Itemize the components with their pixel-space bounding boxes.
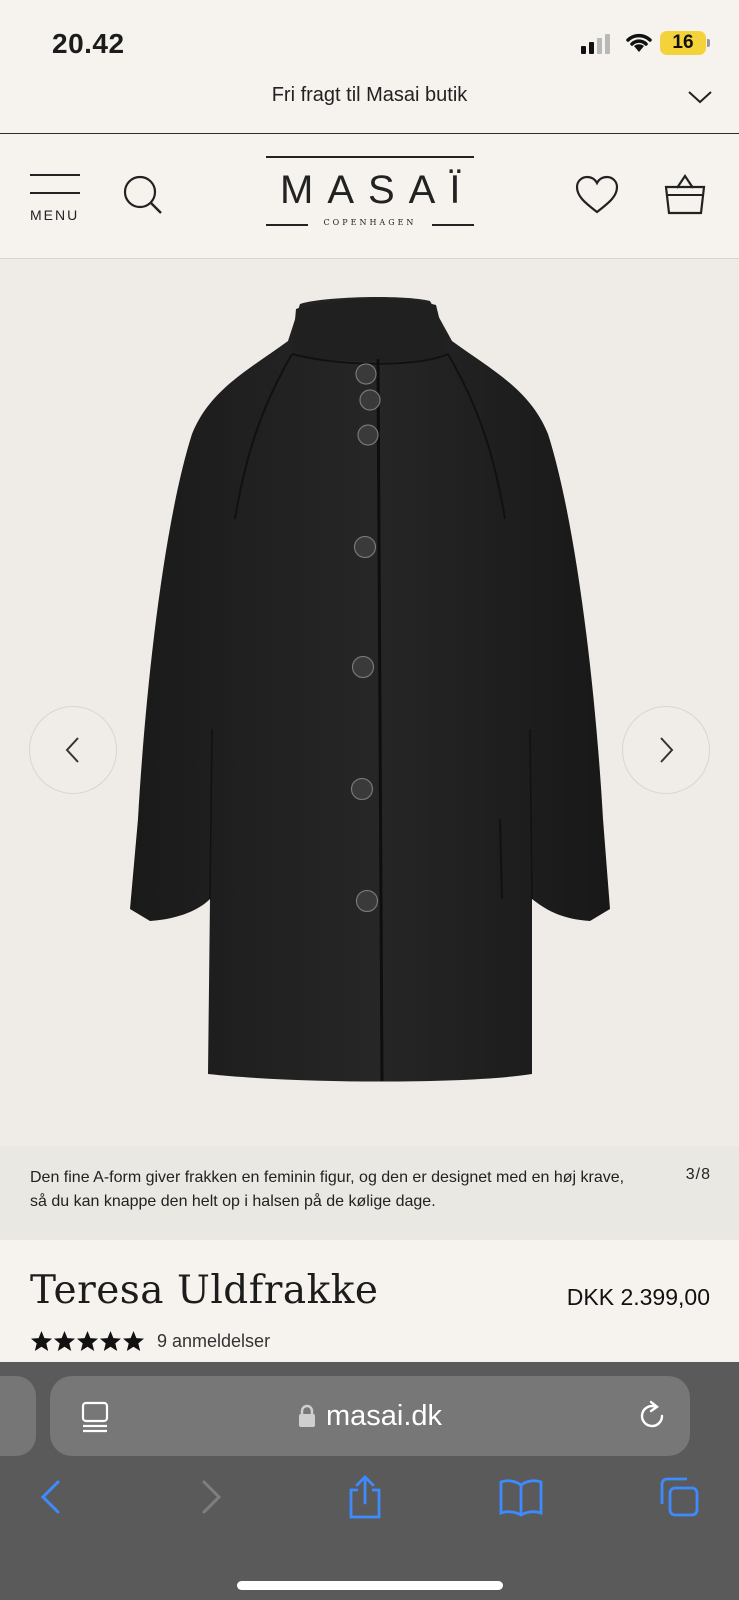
- star-icon: [99, 1330, 122, 1352]
- url-display: masai.dk: [50, 1376, 690, 1456]
- gallery-prev-button[interactable]: [29, 706, 117, 794]
- chevron-right-icon: [660, 737, 674, 763]
- share-button[interactable]: [340, 1472, 390, 1522]
- safari-bottom-bar: [0, 1472, 739, 1542]
- product-rating[interactable]: 9 anmeldelser: [30, 1330, 270, 1352]
- gallery-next-button[interactable]: [622, 706, 710, 794]
- share-icon: [349, 1475, 381, 1519]
- menu-button[interactable]: MENU: [30, 174, 82, 224]
- forward-button[interactable]: [186, 1472, 236, 1522]
- address-bar[interactable]: masai.dk: [50, 1376, 690, 1456]
- product-price: DKK 2.399,00: [566, 1284, 710, 1310]
- home-indicator[interactable]: [237, 1581, 503, 1590]
- forward-icon: [202, 1480, 222, 1514]
- bookmarks-button[interactable]: [496, 1472, 546, 1522]
- image-caption: Den fine A-form giver frakken en feminin…: [0, 1146, 739, 1240]
- previous-tab-preview[interactable]: [0, 1376, 36, 1456]
- tabs-icon: [660, 1477, 699, 1517]
- reload-icon[interactable]: [636, 1400, 668, 1432]
- promo-text: Fri fragt til Masai butik: [271, 84, 468, 106]
- chevron-down-icon[interactable]: [687, 84, 713, 110]
- product-title: Teresa Uldfrakke: [30, 1268, 379, 1313]
- lock-icon: [298, 1404, 315, 1427]
- product-image: [130, 297, 610, 1082]
- browser-toolbar: masai.dk: [0, 1362, 739, 1600]
- search-icon[interactable]: [122, 174, 164, 216]
- star-icon: [122, 1330, 145, 1352]
- star-icon: [30, 1330, 53, 1352]
- menu-icon: [30, 174, 80, 176]
- menu-icon-line: [30, 192, 80, 194]
- site-header: MENU MASAÏ COPENHAGEN: [0, 134, 739, 258]
- battery-indicator: 16: [660, 31, 710, 55]
- url-text: masai.dk: [325, 1399, 443, 1432]
- menu-label: MENU: [30, 207, 80, 223]
- promo-bar[interactable]: Fri fragt til Masai butik: [0, 80, 739, 133]
- back-button[interactable]: [26, 1472, 76, 1522]
- status-bar: 20.42 16: [0, 0, 739, 80]
- wifi-icon: [626, 33, 652, 52]
- image-counter: 3/8: [685, 1166, 711, 1183]
- bookmarks-icon: [499, 1479, 543, 1517]
- logo-rule-right: [432, 224, 474, 226]
- star-icon: [53, 1330, 76, 1352]
- brand-logo[interactable]: MASAÏ COPENHAGEN: [266, 156, 474, 232]
- chevron-left-icon: [65, 737, 79, 763]
- heart-icon[interactable]: [574, 174, 620, 216]
- logo-wordmark: MASAÏ: [280, 168, 475, 212]
- status-time: 20.42: [52, 28, 125, 59]
- caption-text: Den fine A-form giver frakken en feminin…: [30, 1169, 625, 1210]
- cellular-signal-icon: [581, 32, 610, 54]
- logo-rule-top: [266, 156, 474, 158]
- review-count-link[interactable]: 9 anmeldelser: [157, 1331, 270, 1352]
- back-icon: [40, 1480, 60, 1514]
- tabs-button[interactable]: [654, 1472, 704, 1522]
- star-icon: [76, 1330, 99, 1352]
- product-gallery[interactable]: [0, 259, 739, 1146]
- shopping-bag-icon[interactable]: [663, 172, 707, 216]
